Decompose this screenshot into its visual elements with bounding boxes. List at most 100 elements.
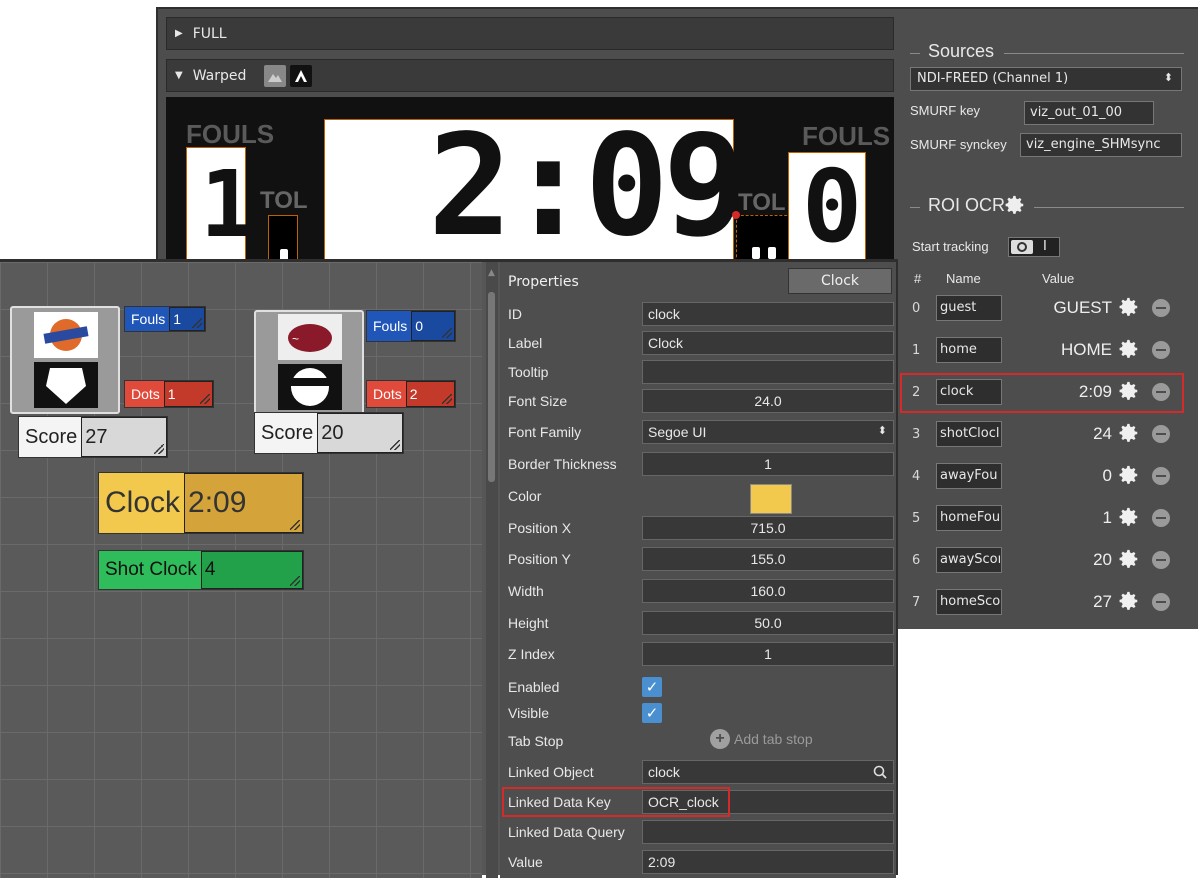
- prop-field-width[interactable]: 160.0: [642, 579, 894, 603]
- prop-field-font-size[interactable]: 24.0: [642, 389, 894, 413]
- away-fouls-value[interactable]: 1: [169, 307, 205, 331]
- start-tracking-label: Start tracking: [912, 239, 989, 254]
- prop-checkbox-enabled[interactable]: ✓: [642, 677, 662, 697]
- roi-row-gear-icon[interactable]: [1118, 464, 1140, 486]
- roi-row-name-input[interactable]: clock: [936, 379, 1002, 405]
- roi-row-name-input[interactable]: awayFou: [936, 463, 1002, 489]
- roi-col-name: Name: [946, 271, 981, 286]
- right-fouls-digit: 0: [802, 148, 863, 265]
- smurf-key-input[interactable]: viz_out_01_00: [1024, 101, 1154, 125]
- roi-row-remove-icon[interactable]: [1152, 383, 1170, 401]
- shot-clock-value[interactable]: 4: [200, 551, 303, 589]
- add-tab-stop-button[interactable]: + Add tab stop: [710, 729, 813, 749]
- warped-scoreboard-preview[interactable]: FOULS 1 TOL 2:09 TOL FOULS 0: [166, 97, 894, 267]
- home-score-widget[interactable]: Score 20: [254, 412, 404, 454]
- canvas-scrollbar[interactable]: ▲: [486, 262, 498, 878]
- roi-row-name-input[interactable]: homeSco: [936, 589, 1002, 615]
- clock-widget-value[interactable]: 2:09: [184, 473, 303, 533]
- roi-row-name-input[interactable]: shotClocl: [936, 421, 1002, 447]
- linked-object-value: clock: [648, 764, 680, 780]
- roi-corner-handle[interactable]: [732, 211, 740, 219]
- roi-row-gear-icon[interactable]: [1118, 338, 1140, 360]
- roi-row-home[interactable]: 1 home HOME: [902, 333, 1182, 369]
- roi-row-awaysco[interactable]: 6 awayScoı 20: [902, 543, 1182, 579]
- home-fouls-value[interactable]: 0: [411, 311, 455, 341]
- prop-field-font-family[interactable]: Segoe UI ⬍: [642, 420, 894, 444]
- roi-row-remove-icon[interactable]: [1152, 593, 1170, 611]
- roi-settings-gear-icon[interactable]: [1004, 194, 1026, 216]
- prop-label-linked-object: Linked Object: [508, 764, 594, 780]
- home-fouls-widget[interactable]: Fouls 0: [366, 310, 456, 342]
- scroll-up-icon[interactable]: ▲: [488, 268, 495, 278]
- home-score-value[interactable]: 20: [317, 413, 403, 453]
- prop-field-value[interactable]: 2:09: [642, 850, 894, 874]
- prop-checkbox-visible[interactable]: ✓: [642, 703, 662, 723]
- color-swatch[interactable]: [750, 484, 792, 514]
- smurf-synckey-input[interactable]: viz_engine_SHMsync: [1020, 133, 1182, 157]
- prop-row-label: Label Clock: [500, 331, 896, 357]
- home-dots-widget[interactable]: Dots 2: [366, 380, 456, 408]
- away-fouls-widget[interactable]: Fouls 1: [124, 306, 206, 332]
- clock-widget[interactable]: Clock 2:09: [98, 472, 304, 534]
- roi-row-name-input[interactable]: guest: [936, 295, 1002, 321]
- roi-row-remove-icon[interactable]: [1152, 551, 1170, 569]
- tab-clock[interactable]: Clock: [788, 268, 892, 294]
- roi-row-gear-icon[interactable]: [1118, 296, 1140, 318]
- away-dots-value[interactable]: 1: [163, 381, 213, 407]
- prop-label-value: Value: [508, 854, 543, 870]
- roi-row-homefou[interactable]: 5 homeFou 1: [902, 501, 1182, 537]
- roi-row-shotclocl[interactable]: 3 shotClocl 24: [902, 417, 1182, 453]
- design-canvas[interactable]: Fouls 1 Dots 1 Score 27 ~ Fouls 0 Dots 2…: [0, 262, 482, 878]
- roi-row-remove-icon[interactable]: [1152, 425, 1170, 443]
- search-icon[interactable]: [873, 765, 887, 779]
- updown-arrows-icon: ⬍: [877, 425, 887, 437]
- roi-row-remove-icon[interactable]: [1152, 341, 1170, 359]
- away-score-widget[interactable]: Score 27: [18, 416, 168, 458]
- expand-right-icon: ▶: [175, 28, 183, 39]
- home-dots-value[interactable]: 2: [405, 381, 455, 407]
- prop-field-position-x[interactable]: 715.0: [642, 516, 894, 540]
- source-select[interactable]: NDI-FREED (Channel 1) ⬍: [910, 67, 1182, 91]
- full-section-header[interactable]: ▶ FULL: [166, 17, 894, 50]
- away-dots-widget[interactable]: Dots 1: [124, 380, 214, 408]
- prop-row-border-thickness: Border Thickness 1: [500, 452, 896, 478]
- shot-clock-widget[interactable]: Shot Clock 4: [98, 550, 304, 590]
- roi-row-remove-icon[interactable]: [1152, 509, 1170, 527]
- prop-field-border-thickness[interactable]: 1: [642, 452, 894, 476]
- prop-label-border-thickness: Border Thickness: [508, 456, 617, 472]
- prop-field-linked-data-query[interactable]: [642, 820, 894, 844]
- prop-field-z-index[interactable]: 1: [642, 642, 894, 666]
- roi-row-gear-icon[interactable]: [1118, 422, 1140, 444]
- prop-field-label[interactable]: Clock: [642, 331, 894, 355]
- prop-field-linked-object[interactable]: clock: [642, 760, 894, 784]
- warp-mode-button[interactable]: [290, 64, 313, 87]
- roi-row-homesco[interactable]: 7 homeSco 27: [902, 585, 1182, 621]
- roi-row-remove-icon[interactable]: [1152, 299, 1170, 317]
- prop-field-position-y[interactable]: 155.0: [642, 547, 894, 571]
- roi-row-clock[interactable]: 2 clock 2:09: [900, 373, 1184, 413]
- warped-section-header[interactable]: ▼ Warped: [166, 59, 894, 92]
- scrollbar-thumb[interactable]: [488, 292, 495, 482]
- roi-row-gear-icon[interactable]: [1118, 506, 1140, 528]
- roi-row-index: 6: [912, 553, 921, 568]
- away-score-value[interactable]: 27: [81, 417, 167, 457]
- prop-row-id: ID clock: [500, 302, 896, 328]
- away-team-card[interactable]: [10, 306, 120, 414]
- image-mode-button[interactable]: [264, 64, 287, 87]
- roi-row-gear-icon[interactable]: [1118, 548, 1140, 570]
- roi-row-awayfou[interactable]: 4 awayFou 0: [902, 459, 1182, 495]
- prop-field-tooltip[interactable]: [642, 360, 894, 384]
- home-team-card[interactable]: ~: [254, 310, 364, 418]
- prop-field-height[interactable]: 50.0: [642, 611, 894, 635]
- roi-row-index: 5: [912, 511, 921, 526]
- roi-row-remove-icon[interactable]: [1152, 467, 1170, 485]
- roi-row-guest[interactable]: 0 guest GUEST: [902, 291, 1182, 327]
- roi-row-name-input[interactable]: homeFou: [936, 505, 1002, 531]
- roi-row-name-input[interactable]: home: [936, 337, 1002, 363]
- roi-row-gear-icon[interactable]: [1118, 590, 1140, 612]
- start-tracking-toggle[interactable]: I: [1008, 237, 1060, 257]
- roi-row-gear-icon[interactable]: [1118, 380, 1140, 402]
- roi-row-name-input[interactable]: awayScoı: [936, 547, 1002, 573]
- prop-field-id[interactable]: clock: [642, 302, 894, 326]
- prop-row-position-y: Position Y 155.0: [500, 547, 896, 573]
